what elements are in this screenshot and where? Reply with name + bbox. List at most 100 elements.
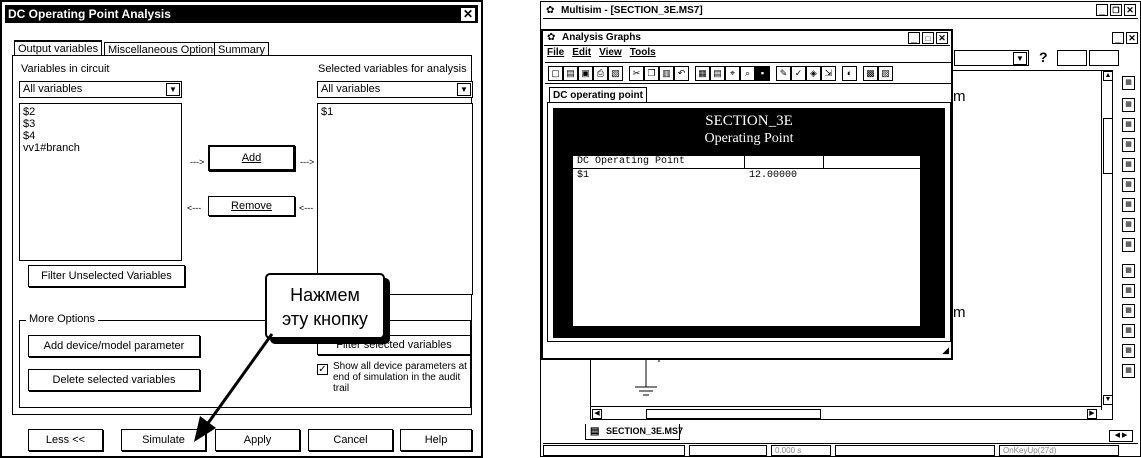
dialog-close-button[interactable]: ✕ (460, 7, 476, 22)
instrument-icon[interactable]: ▦ (1122, 138, 1135, 152)
list-item[interactable]: $2 (23, 106, 178, 118)
instrument-icon[interactable]: ▦ (1122, 304, 1135, 318)
paste-icon[interactable]: ▥ (659, 66, 674, 81)
help-question-icon[interactable]: ? (1039, 49, 1048, 65)
list-item[interactable]: $3 (23, 118, 178, 130)
resize-grip-icon[interactable]: ◢ (942, 345, 949, 356)
scroll-thumb[interactable] (1103, 118, 1113, 174)
scroll-left-icon[interactable]: ◀ (592, 409, 602, 419)
instrument-icon[interactable]: ▦ (1122, 218, 1135, 232)
scroll-up-icon[interactable]: ▲ (1103, 71, 1113, 81)
vertical-scrollbar[interactable]: ▲ ▼ (1101, 70, 1113, 410)
list-item[interactable]: $4 (23, 130, 178, 142)
graphs-minimize-button[interactable]: _ (908, 32, 920, 44)
instrument-icon[interactable]: ▦ (1122, 98, 1135, 112)
graphs-maximize-button[interactable]: □ (922, 32, 934, 44)
row-value: 12.00000 (749, 170, 798, 181)
export-icon[interactable]: ⇲ (821, 66, 836, 81)
arrow-left-left: <--- (187, 203, 202, 213)
mathcad-icon[interactable]: ▨ (878, 66, 893, 81)
copy-icon[interactable]: ❐ (644, 66, 659, 81)
instrument-icon[interactable]: ▦ (1122, 238, 1135, 252)
chevron-down-icon[interactable]: ▼ (457, 83, 471, 96)
chevron-down-icon[interactable]: ▼ (1013, 52, 1027, 65)
cancel-button[interactable]: Cancel (308, 429, 393, 451)
undo-icon[interactable]: ↶ (674, 66, 689, 81)
selected-vars-list[interactable]: $1 (317, 103, 473, 295)
instrument-icon[interactable]: ▦ (1122, 118, 1135, 132)
menu-edit[interactable]: Edit (572, 47, 591, 60)
instrument-icon[interactable]: ▦ (1122, 284, 1135, 298)
legend-icon[interactable]: ▤ (710, 66, 725, 81)
properties-icon[interactable]: ✎ (776, 66, 791, 81)
menu-file[interactable]: File (547, 47, 564, 60)
scroll-down-icon[interactable]: ▼ (1103, 395, 1113, 405)
menu-tools[interactable]: Tools (630, 47, 656, 60)
selected-filter-select[interactable]: All variables ▼ (317, 81, 473, 98)
tab-summary[interactable]: Summary (214, 42, 270, 56)
toolbar-mini-btn[interactable] (1057, 50, 1087, 66)
graphs-close-button[interactable]: ✕ (936, 32, 948, 44)
cursor-icon[interactable]: ⌖ (725, 66, 740, 81)
maximize-button[interactable]: ❐ (1110, 4, 1122, 16)
callout-arrow (194, 333, 274, 442)
scroll-right-icon[interactable]: ▶ (1087, 409, 1097, 419)
instrument-icon[interactable]: ▦ (1122, 364, 1135, 378)
instrument-icon[interactable]: ▦ (1122, 264, 1135, 278)
remove-button[interactable]: Remove (208, 196, 295, 216)
instrument-icon[interactable]: ▦ (1122, 158, 1135, 172)
overlay-icon[interactable]: ◈ (806, 66, 821, 81)
vars-list[interactable]: $2 $3 $4 vv1#branch (19, 103, 182, 261)
add-param-button[interactable]: Add device/model parameter (28, 335, 200, 357)
list-item[interactable]: vv1#branch (23, 142, 178, 154)
list-item[interactable]: $1 (321, 106, 469, 118)
tab-scroll-buttons[interactable]: ◀ ▶ (1109, 430, 1133, 442)
toolbar-dropdown[interactable]: ▼ (954, 50, 1029, 66)
schematic-label-2: m (953, 304, 966, 321)
grid-icon[interactable]: ▦ (695, 66, 710, 81)
multisim-title-bar: ✿ Multisim - [SECTION_3E.MS7] _ ❐ ✕ (543, 4, 1138, 19)
graphs-menu-bar: File Edit View Tools (547, 47, 656, 60)
save-icon[interactable]: ▣ (578, 66, 593, 81)
status-bar: 0.000 s OnKeyUp(27d) (543, 443, 1138, 456)
mdi-close-button[interactable]: ✕ (1126, 32, 1138, 44)
show-params-checkbox[interactable]: ✓ (317, 364, 328, 375)
mdi-minimize-button[interactable]: _ (1112, 32, 1124, 44)
restore-icon[interactable]: ▪ (755, 66, 770, 81)
multisim-window: ✿ Multisim - [SECTION_3E.MS7] _ ❐ ✕ _ ✕ … (540, 1, 1141, 457)
horizontal-scrollbar[interactable]: ◀ ▶ (590, 406, 1101, 420)
help-button[interactable]: Help (400, 429, 472, 451)
tab-dc-operating-point[interactable]: DC operating point (549, 87, 647, 103)
preview-icon[interactable]: ▧ (608, 66, 623, 81)
tab-misc-options[interactable]: Miscellaneous Options (104, 42, 223, 56)
hscroll-thumb[interactable] (646, 409, 821, 419)
tab-output-variables[interactable]: Output variables (14, 40, 103, 56)
instrument-icon[interactable]: ▦ (1122, 76, 1135, 90)
vars-filter-select[interactable]: All variables ▼ (19, 81, 182, 98)
less-button[interactable]: Less << (28, 429, 103, 451)
result-heading-2: Operating Point (704, 131, 794, 146)
sheet-tab[interactable]: ▤ SECTION_3E.MS7 (585, 424, 683, 440)
status-time: 0.000 s (771, 445, 831, 456)
zoom-icon[interactable]: ⌕ (740, 66, 755, 81)
open-icon[interactable]: ▤ (563, 66, 578, 81)
multisim-logo-icon: ✿ (546, 5, 555, 16)
instrument-icon[interactable]: ▦ (1122, 178, 1135, 192)
toolbar-mini-btn-2[interactable] (1089, 50, 1119, 66)
instrument-icon[interactable]: ▦ (1122, 344, 1135, 358)
cut-icon[interactable]: ✂ (629, 66, 644, 81)
instrument-icon[interactable]: ▦ (1122, 324, 1135, 338)
add-button[interactable]: Add (208, 145, 295, 171)
trace-icon[interactable]: ✓ (791, 66, 806, 81)
reverse-colors-icon[interactable]: ◐ (842, 66, 857, 81)
new-icon[interactable]: ▢ (548, 66, 563, 81)
chevron-down-icon[interactable]: ▼ (166, 83, 180, 96)
close-button[interactable]: ✕ (1124, 4, 1136, 16)
delete-selected-button[interactable]: Delete selected variables (28, 369, 200, 391)
filter-unselected-button[interactable]: Filter Unselected Variables (28, 265, 185, 287)
print-icon[interactable]: ⎙ (593, 66, 608, 81)
minimize-button[interactable]: _ (1096, 4, 1108, 16)
menu-view[interactable]: View (599, 47, 622, 60)
instrument-icon[interactable]: ▦ (1122, 198, 1135, 212)
excel-icon[interactable]: ▩ (863, 66, 878, 81)
